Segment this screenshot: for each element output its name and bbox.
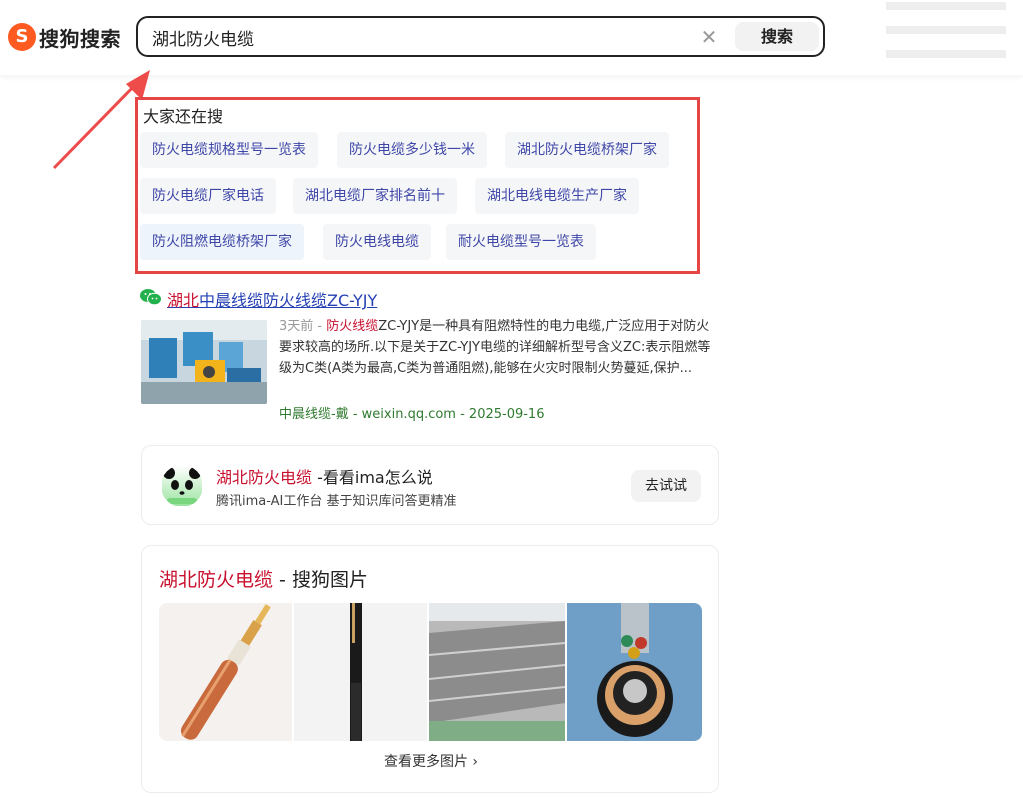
ima-title-link[interactable]: 湖北防火电缆 -看看ima怎么说 (216, 464, 433, 488)
image-thumb[interactable] (429, 603, 565, 741)
try-button[interactable]: 去试试 (631, 470, 701, 502)
close-icon[interactable]: ✕ (698, 26, 720, 48)
related-chip[interactable]: 防火电缆多少钱一米 (337, 132, 487, 168)
sogou-logo-icon (8, 23, 36, 51)
image-thumb[interactable] (159, 603, 292, 741)
image-thumb[interactable] (293, 603, 427, 741)
image-thumb[interactable] (566, 603, 702, 741)
related-searches: 大家还在搜 防火电缆规格型号一览表 防火电缆多少钱一米 湖北防火电缆桥架厂家 防… (135, 97, 700, 274)
more-images-link[interactable]: 查看更多图片 › (142, 751, 720, 771)
result-thumbnail[interactable] (141, 320, 267, 404)
result-source[interactable]: 中晨线缆-戴 - weixin.qq.com - 2025-09-16 (279, 403, 544, 422)
copper-cable-image (159, 603, 292, 741)
wechat-icon (140, 289, 162, 306)
result-title-link[interactable]: 湖北中晨线缆防火线缆ZC-YJY (167, 287, 377, 311)
result-title-text: 中晨线缆防火线缆ZC-YJY (199, 291, 378, 310)
related-chip[interactable]: 湖北电线电缆生产厂家 (475, 178, 639, 214)
image-results-title[interactable]: 湖北防火电缆 - 搜狗图片 (159, 565, 368, 592)
sogou-logo[interactable]: 搜狗搜索 (8, 22, 121, 52)
image-strip (159, 603, 702, 741)
black-cable-image (293, 603, 427, 741)
related-chip[interactable]: 防火阻燃电缆桥架厂家 (140, 224, 304, 260)
result-time: 3天前 - (279, 319, 327, 334)
cable-tray-image (429, 603, 565, 741)
search-box: ✕ 搜索 (136, 16, 825, 57)
image-title-highlight: 湖北防火电缆 (159, 569, 274, 591)
snippet-highlight: 防火线缆 (326, 319, 379, 334)
search-input[interactable] (152, 25, 672, 49)
image-title-text: - 搜狗图片 (273, 569, 368, 591)
image-results-card: 湖北防火电缆 - 搜狗图片 查看更多图片 › (141, 545, 719, 793)
search-button[interactable]: 搜索 (735, 22, 819, 51)
multicore-cable-image (566, 603, 702, 741)
related-chip[interactable]: 防火电缆厂家电话 (140, 178, 276, 214)
ima-title-text: -看看ima怎么说 (312, 468, 433, 487)
result-title-highlight: 湖北 (167, 291, 200, 310)
ima-ai-card: 湖北防火电缆 -看看ima怎么说 腾讯ima-AI工作台 基于知识库问答更精准 … (141, 445, 719, 525)
related-chip[interactable]: 湖北电缆厂家排名前十 (293, 178, 457, 214)
related-title: 大家还在搜 (143, 107, 224, 126)
result-snippet: 3天前 - 防火线缆ZC-YJY是一种具有阻燃特性的电力电缆,广泛应用于对防火要… (279, 316, 711, 379)
ima-subtitle: 腾讯ima-AI工作台 基于知识库问答更精准 (216, 494, 457, 509)
related-chip[interactable]: 耐火电缆型号一览表 (446, 224, 596, 260)
factory-machine-image (141, 320, 267, 404)
panda-logo-icon (161, 465, 203, 507)
faded-side-content (880, 0, 1023, 75)
related-chip[interactable]: 湖北防火电缆桥架厂家 (505, 132, 669, 168)
logo-text: 搜狗搜索 (39, 26, 121, 51)
faded-text-lines (886, 2, 1006, 58)
related-chip[interactable]: 防火电线电缆 (323, 224, 431, 260)
related-chip[interactable]: 防火电缆规格型号一览表 (140, 132, 318, 168)
ima-title-highlight: 湖北防火电缆 (216, 468, 313, 487)
top-header: 搜狗搜索 ✕ 搜索 (0, 0, 1023, 75)
